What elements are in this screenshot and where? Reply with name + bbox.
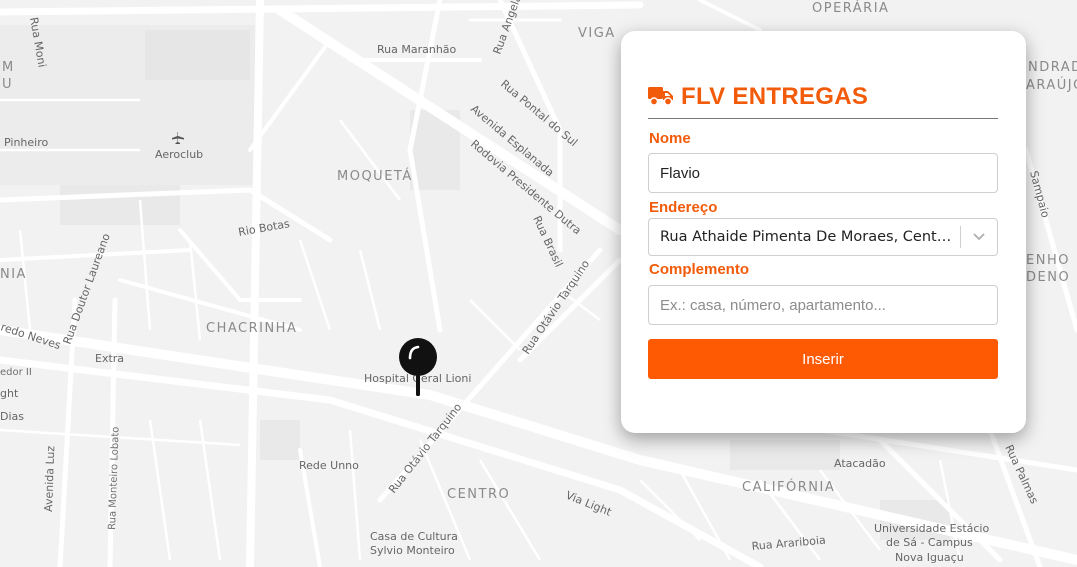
street-label: Rio Botas	[237, 217, 291, 239]
neighborhood-label: CALIFÓRNIA	[742, 479, 835, 495]
form-title: FLV ENTREGAS	[681, 82, 869, 110]
neighborhood-label: MOQUETÁ	[337, 168, 413, 184]
place-label: Atacadão	[834, 457, 886, 470]
address-select-value: Rua Athaide Pimenta De Moraes, Centro, N…	[660, 229, 960, 245]
street-label: Rua Doutor Laureano	[61, 231, 113, 346]
place-label: Sylvio Monteiro	[370, 544, 455, 557]
neighborhood-label: OPERÁRIA	[812, 0, 889, 16]
place-label: Aeroclub	[155, 148, 203, 161]
street-label: edor II	[0, 367, 32, 378]
complement-input[interactable]	[648, 285, 998, 325]
place-label: Casa de Cultura	[370, 530, 458, 543]
street-label: Via Light	[564, 489, 614, 519]
street-label: Rua Otávio Tarquino	[386, 401, 464, 496]
neighborhood-label: CHACRINHA	[206, 321, 297, 336]
place-label: Universidade Estácio	[874, 522, 989, 535]
neighborhood-label: ENHO	[1026, 253, 1070, 268]
place-label: Rede Unno	[299, 459, 359, 472]
street-label: Rua Maranhão	[377, 43, 457, 56]
neighborhood-label: CENTRO	[447, 487, 510, 502]
street-label: Dias	[0, 410, 24, 423]
street-label: Avenida Luz	[42, 445, 57, 512]
airfield-hangar	[145, 30, 250, 80]
neighborhood-label: M	[2, 60, 15, 75]
street-label: Sampaio	[1027, 169, 1052, 219]
neighborhood-label: DENO	[1026, 270, 1070, 285]
map-pin-icon[interactable]	[397, 336, 439, 398]
place-label: Nova Iguaçu	[895, 551, 964, 564]
street-label: Pinheiro	[4, 136, 48, 149]
street-label: ght	[0, 387, 19, 400]
delivery-form-card: FLV ENTREGAS Nome Endereço Rua Athaide P…	[621, 31, 1026, 433]
street-label: Extra	[95, 352, 124, 365]
neighborhood-label: VIGA	[578, 26, 616, 41]
complement-label: Complemento	[649, 261, 750, 278]
name-input[interactable]	[648, 153, 998, 193]
neighborhood-label: NIA	[0, 267, 27, 282]
truck-icon	[648, 86, 673, 106]
insert-button[interactable]: Inserir	[648, 339, 998, 379]
neighborhood-label: ARAÚJO	[1026, 77, 1077, 93]
name-label: Nome	[649, 130, 691, 147]
street-label: Rua Monteiro Lobato	[107, 426, 122, 530]
chevron-down-icon[interactable]	[961, 219, 997, 255]
form-header: FLV ENTREGAS	[648, 79, 998, 119]
street-label: Rua Arariboia	[751, 534, 826, 553]
neighborhood-label: NDRAD	[1028, 60, 1077, 75]
neighborhood-label: U	[2, 77, 13, 92]
address-label: Endereço	[649, 199, 718, 216]
place-label: de Sá - Campus	[886, 536, 973, 549]
address-select[interactable]: Rua Athaide Pimenta De Moraes, Centro, N…	[648, 218, 998, 256]
